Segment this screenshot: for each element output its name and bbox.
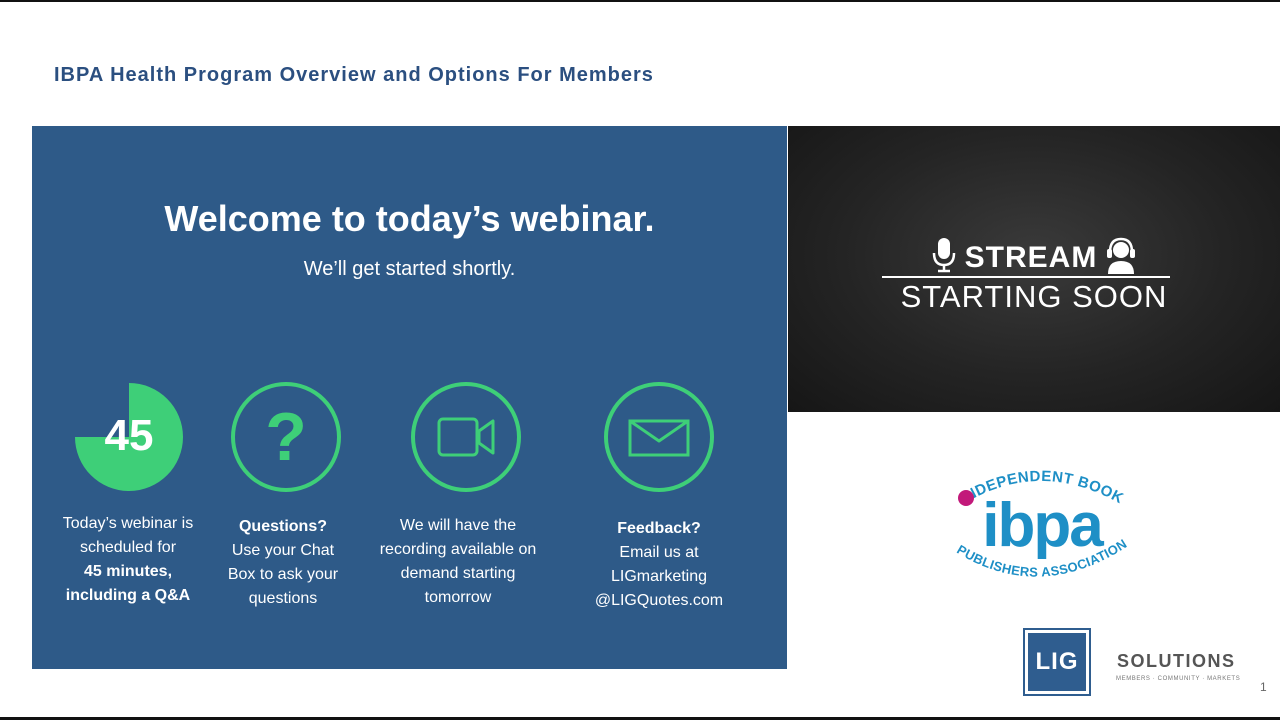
envelope-icon <box>602 380 716 494</box>
welcome-heading: Welcome to today’s webinar. <box>164 198 655 239</box>
slide-title: IBPA Health Program Overview and Options… <box>54 64 654 86</box>
microphone-icon <box>931 237 957 278</box>
top-border <box>0 0 1280 2</box>
lig-solutions-wordmark: SOLUTIONS <box>1117 651 1236 671</box>
lig-tagline: MEMBERS · COMMUNITY · MARKETS <box>1116 676 1241 682</box>
svg-text:?: ? <box>265 399 307 475</box>
lig-logo: LIG <box>1023 628 1091 696</box>
stream-label: STREAM <box>964 240 1098 274</box>
page-number: 1 <box>1260 680 1267 694</box>
question-icon: ? <box>229 380 343 494</box>
headset-icon <box>1105 236 1137 279</box>
recording-text: We will have the recording available on … <box>379 517 537 606</box>
welcome-panel: Welcome to today’s webinar. We’ll get st… <box>32 126 787 669</box>
stream-divider <box>882 276 1170 278</box>
welcome-subheading: We’ll get started shortly. <box>303 258 516 280</box>
starting-soon-label: STARTING SOON <box>900 279 1168 314</box>
video-camera-icon <box>409 380 523 494</box>
stream-starting-soon-banner: STREAM STARTING SOON <box>788 126 1280 412</box>
ibpa-wordmark: ibpa <box>982 491 1104 560</box>
ibpa-logo: INDEPENDENT BOOK ibpa PUBLISHERS ASSOCIA… <box>945 462 1135 586</box>
questions-text: Questions? Use your Chat Box to ask your… <box>227 518 339 607</box>
timer-icon: 45 <box>72 380 186 494</box>
feedback-text: Feedback? Email us at LIGmarketing @LIGQ… <box>594 520 724 609</box>
timer-minutes: 45 <box>105 411 154 460</box>
